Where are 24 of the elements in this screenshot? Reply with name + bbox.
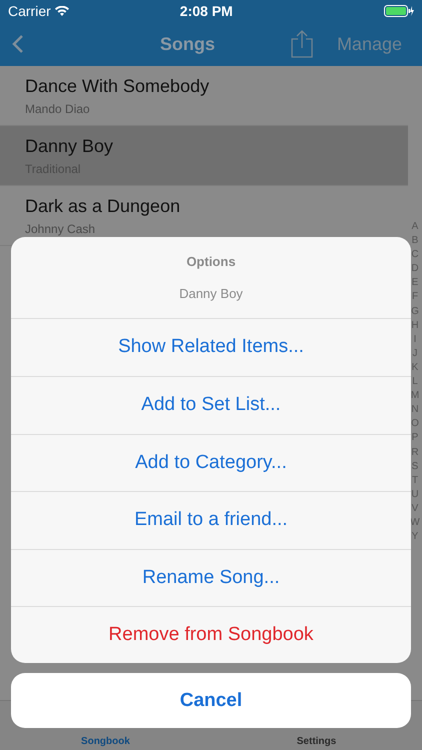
clock: 2:08 PM	[178, 2, 234, 20]
share-icon[interactable]	[290, 30, 313, 58]
song-artist: Johnny Cash	[25, 221, 96, 238]
song-artist: Mando Diao	[25, 101, 91, 118]
sheet-action[interactable]: Remove from Songbook	[11, 606, 411, 664]
sheet-action[interactable]: Rename Song...	[11, 548, 411, 606]
cancel-button[interactable]: Cancel	[11, 673, 411, 728]
carrier-label: Carrier	[8, 2, 51, 20]
song-title: Dark as a Dungeon	[25, 195, 182, 218]
song-title: Danny Boy	[25, 135, 114, 158]
song-title: Dance With Somebody	[25, 75, 210, 98]
back-icon[interactable]	[12, 34, 24, 54]
tab[interactable]: Settings	[296, 736, 336, 748]
sheet-action[interactable]: Add to Set List...	[11, 376, 411, 434]
wifi-icon	[54, 6, 69, 16]
battery-icon	[384, 5, 414, 17]
tab[interactable]: Songbook	[81, 736, 130, 748]
manage-button[interactable]: Manage	[336, 30, 402, 58]
sheet-action[interactable]: Show Related Items...	[11, 319, 411, 376]
sheet-action[interactable]: Add to Category...	[11, 434, 411, 492]
sheet-subtitle: Danny Boy	[179, 284, 243, 303]
sheet-action[interactable]: Email to a friend...	[11, 491, 411, 549]
sheet-title: Options	[186, 253, 236, 271]
nav-title: Songs	[158, 32, 216, 56]
